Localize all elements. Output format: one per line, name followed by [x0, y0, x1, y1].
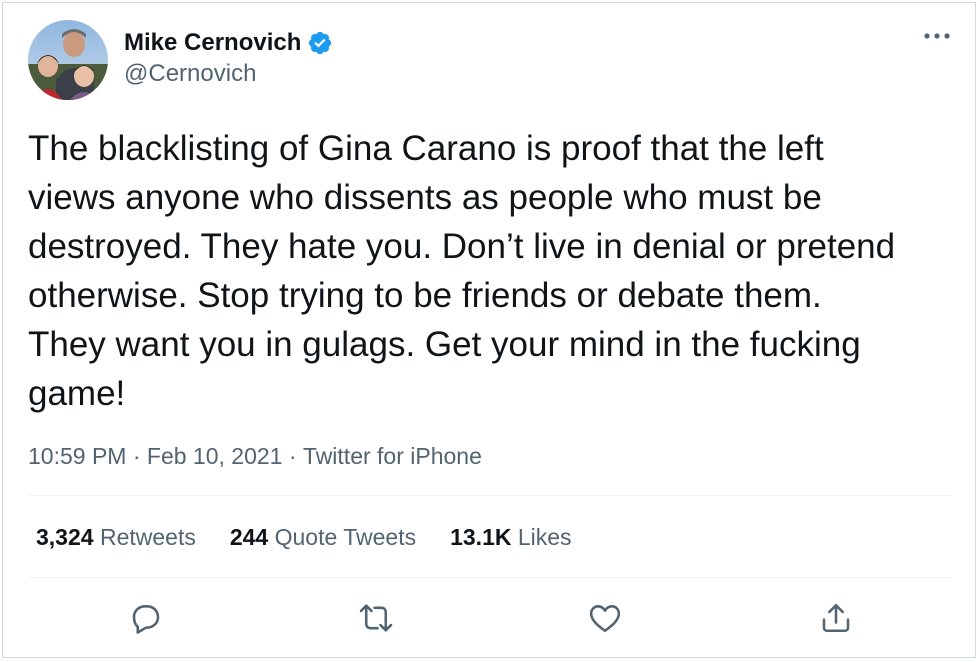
- retweets-label: Retweets: [99, 524, 196, 550]
- quote-tweets-stat[interactable]: 244 Quote Tweets: [230, 520, 416, 554]
- author-name-row: Mike Cernovich: [124, 28, 333, 58]
- tweet-meta: 10:59 PM · Feb 10, 2021 · Twitter for iP…: [28, 440, 482, 472]
- likes-label: Likes: [517, 524, 572, 550]
- likes-count: 13.1K: [450, 524, 512, 550]
- author-name[interactable]: Mike Cernovich: [124, 28, 301, 58]
- reply-icon[interactable]: [128, 600, 164, 636]
- divider: [28, 577, 952, 578]
- tweet-stats: 3,324 Retweets 244 Quote Tweets 13.1K Li…: [36, 520, 572, 554]
- verified-badge-icon: [307, 30, 333, 56]
- likes-stat[interactable]: 13.1K Likes: [450, 520, 571, 554]
- quote-tweets-count: 244: [229, 524, 269, 550]
- retweet-icon[interactable]: [358, 600, 394, 636]
- share-icon[interactable]: [818, 600, 854, 636]
- author-handle[interactable]: @Cernovich: [124, 60, 256, 88]
- like-icon[interactable]: [587, 600, 623, 636]
- tweet-date[interactable]: Feb 10, 2021: [147, 440, 283, 472]
- retweets-stat[interactable]: 3,324 Retweets: [36, 520, 196, 554]
- meta-separator: ·: [126, 443, 147, 469]
- tweet-time[interactable]: 10:59 PM: [28, 440, 126, 472]
- tweet-source[interactable]: Twitter for iPhone: [303, 440, 482, 472]
- profile-photo-avatar: [28, 20, 108, 100]
- retweets-count: 3,324: [36, 524, 94, 550]
- more-options-icon[interactable]: [920, 26, 954, 46]
- divider: [28, 495, 952, 496]
- quote-tweets-label: Quote Tweets: [274, 524, 417, 550]
- meta-separator: ·: [282, 443, 303, 469]
- tweet-actions: [0, 600, 980, 640]
- avatar[interactable]: [28, 20, 108, 100]
- tweet-text: The blacklisting of Gina Carano is proof…: [28, 129, 896, 413]
